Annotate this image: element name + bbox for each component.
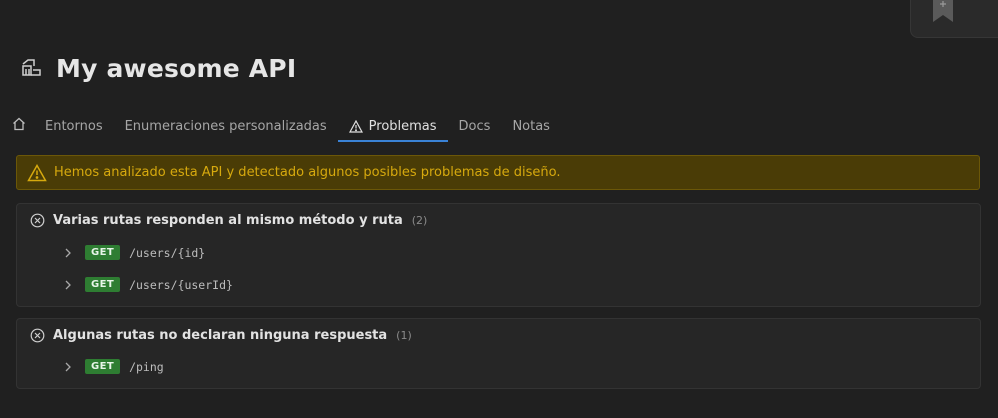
method-badge: GET	[85, 359, 121, 374]
tab-label: Entornos	[45, 118, 103, 134]
warning-banner: Hemos analizado esta API y detectado alg…	[16, 155, 980, 190]
api-icon	[20, 56, 44, 80]
tab-problemas[interactable]: Problemas	[337, 110, 448, 142]
bookmark-icon[interactable]	[933, 0, 953, 22]
chevron-right-icon	[64, 279, 74, 291]
page-title: My awesome API	[56, 53, 297, 83]
tab-notas[interactable]: Notas	[501, 110, 561, 142]
page-header: My awesome API	[20, 52, 296, 84]
top-right-panel	[910, 0, 998, 38]
problem-count: (2)	[411, 214, 428, 227]
error-circle-icon	[30, 328, 45, 343]
tab-label: Enumeraciones personalizadas	[124, 118, 327, 134]
route-row[interactable]: GET /users/{id}	[64, 245, 205, 260]
error-circle-icon	[30, 213, 45, 228]
method-badge: GET	[85, 245, 121, 260]
chevron-right-icon	[64, 247, 74, 259]
problem-title: Varias rutas responden al mismo método y…	[53, 213, 403, 228]
tab-bar: Entornos Enumeraciones personalizadas Pr…	[8, 110, 561, 142]
method-badge: GET	[85, 277, 121, 292]
tab-docs[interactable]: Docs	[448, 110, 502, 142]
problem-header[interactable]: Varias rutas responden al mismo método y…	[30, 213, 427, 228]
route-row[interactable]: GET /users/{userId}	[64, 277, 233, 292]
route-path: /ping	[129, 359, 164, 374]
warning-icon	[27, 163, 47, 182]
warning-icon	[348, 119, 363, 133]
route-path: /users/{id}	[129, 245, 206, 260]
tab-label: Problemas	[368, 118, 437, 134]
problem-title: Algunas rutas no declaran ninguna respue…	[53, 328, 388, 343]
tab-enumeraciones[interactable]: Enumeraciones personalizadas	[114, 110, 338, 142]
problem-group: Varias rutas responden al mismo método y…	[16, 203, 981, 307]
problem-count: (1)	[396, 329, 412, 342]
problem-group: Algunas rutas no declaran ninguna respue…	[16, 318, 981, 389]
route-path: /users/{userId}	[129, 277, 233, 292]
banner-text: Hemos analizado esta API y detectado alg…	[54, 165, 561, 180]
problem-header[interactable]: Algunas rutas no declaran ninguna respue…	[30, 328, 412, 343]
route-row[interactable]: GET /ping	[64, 359, 164, 374]
tab-label: Notas	[512, 118, 550, 134]
chevron-right-icon	[64, 361, 74, 373]
tab-label: Docs	[458, 118, 491, 134]
tab-entornos[interactable]: Entornos	[34, 110, 114, 142]
home-icon	[12, 117, 26, 135]
tab-home[interactable]	[8, 110, 34, 142]
